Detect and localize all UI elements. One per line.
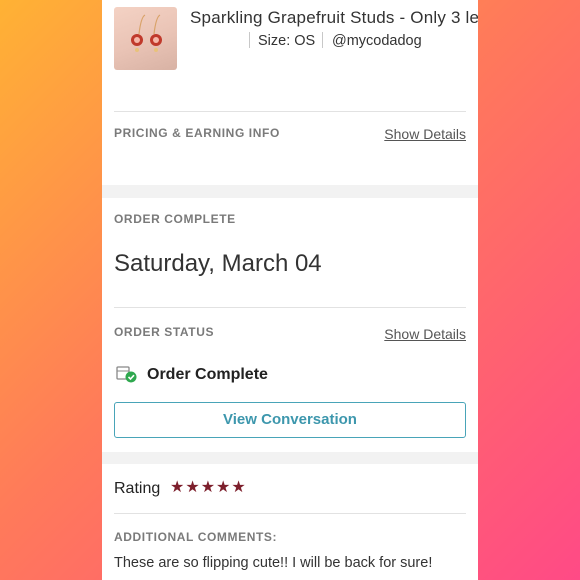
view-conversation-button[interactable]: View Conversation <box>114 402 466 438</box>
star-icon: ★ <box>200 479 216 496</box>
earring-image <box>131 14 162 52</box>
star-icon: ★ <box>231 479 246 496</box>
order-status-text: Order Complete <box>147 366 268 383</box>
order-date: Saturday, March 04 <box>114 250 322 277</box>
order-details-panel: Sparkling Grapefruit Studs - Only 3 left… <box>102 0 478 580</box>
star-icon: ★ <box>216 479 231 496</box>
order-status-label: ORDER STATUS <box>114 325 215 339</box>
status-show-details-link[interactable]: Show Details <box>384 326 466 342</box>
divider <box>114 307 466 308</box>
rating-label: Rating <box>114 480 161 497</box>
meta-divider <box>249 32 250 48</box>
pricing-show-details-link[interactable]: Show Details <box>384 126 466 142</box>
comment-text: These are so flipping cute!! I will be b… <box>114 555 433 571</box>
pricing-label: PRICING & EARNING INFO <box>114 126 280 140</box>
additional-comments-label: ADDITIONAL COMMENTS: <box>114 530 278 544</box>
seller-username[interactable]: @mycodadog <box>332 33 422 49</box>
product-thumbnail[interactable] <box>114 7 177 70</box>
order-complete-label: ORDER COMPLETE <box>114 212 236 226</box>
rating-stars: ★ ★ ★ ★ ★ <box>170 479 246 497</box>
product-title[interactable]: Sparkling Grapefruit Studs - Only 3 left… <box>190 8 478 28</box>
star-icon: ★ <box>170 479 185 496</box>
star-icon: ★ <box>185 479 200 496</box>
product-size: Size: OS <box>258 33 316 49</box>
section-gap <box>102 452 478 464</box>
meta-divider <box>322 32 323 48</box>
divider <box>114 513 466 514</box>
divider <box>114 111 466 112</box>
section-gap <box>102 185 478 198</box>
package-check-icon <box>116 364 138 384</box>
